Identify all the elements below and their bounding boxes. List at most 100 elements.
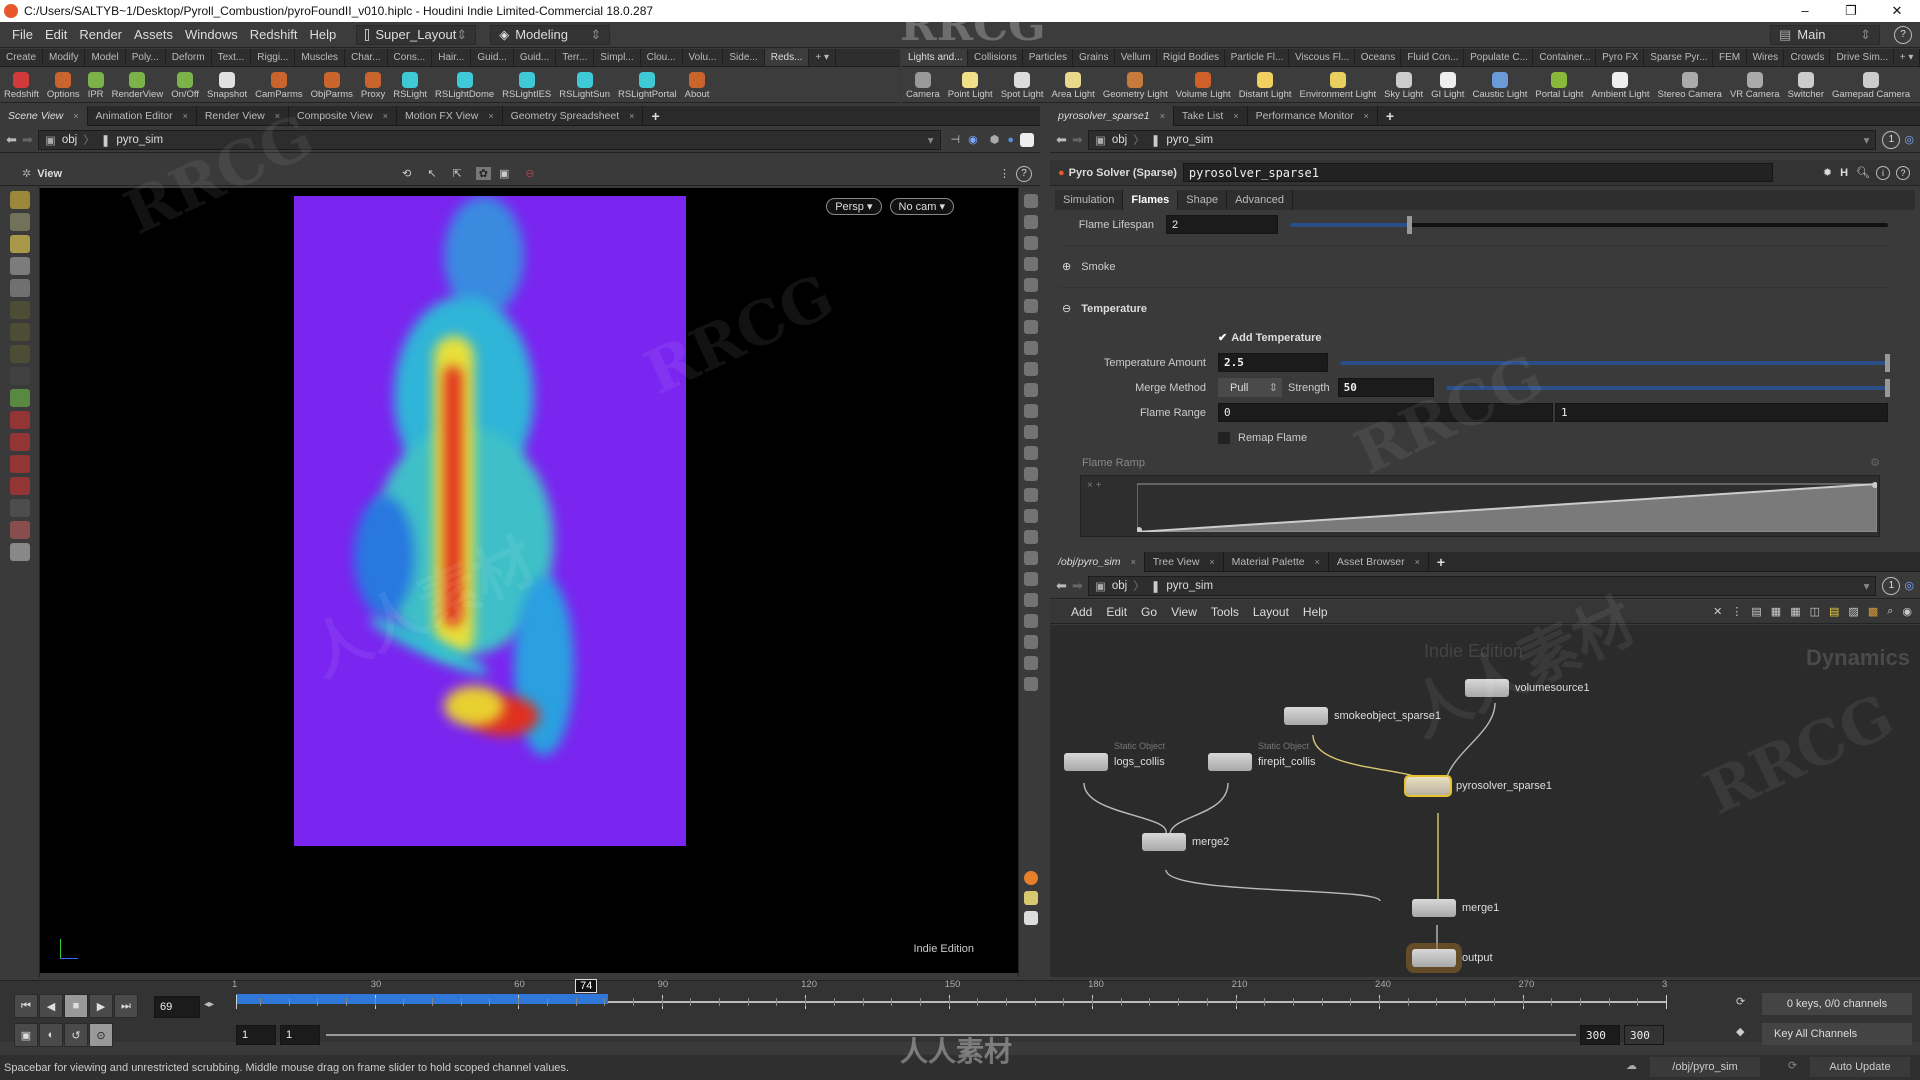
path-obj[interactable]: obj xyxy=(1112,580,1127,592)
quad-view-icon[interactable] xyxy=(1023,891,1038,905)
warning-icon[interactable] xyxy=(1023,871,1038,885)
path-pyro-sim[interactable]: pyro_sim xyxy=(1166,134,1213,146)
shelf-tool[interactable]: Stereo Camera xyxy=(1654,67,1726,102)
param-tab[interactable]: Advanced xyxy=(1227,190,1294,210)
node-body[interactable] xyxy=(1404,775,1452,797)
shelf-tool[interactable]: Portal Light xyxy=(1531,67,1587,102)
forward-icon[interactable]: ➡ xyxy=(1072,132,1088,148)
shelf-tool[interactable]: Area Light xyxy=(1048,67,1099,102)
strength-field[interactable]: 50 xyxy=(1337,378,1434,397)
menu-render[interactable]: Render xyxy=(73,27,128,42)
template-icon[interactable] xyxy=(1023,404,1038,418)
smoke-section[interactable]: ⊕ Smoke xyxy=(1050,254,1900,279)
scene-path[interactable]: ▣ obj 〉 ❚ pyro_sim ▾ xyxy=(38,129,941,150)
temperature-section[interactable]: ⊖ Temperature xyxy=(1050,296,1900,321)
network-menu-item[interactable]: Edit xyxy=(1099,605,1134,619)
flame-range-min-field[interactable]: 0 xyxy=(1218,403,1553,422)
shelf-tool[interactable]: Switcher xyxy=(1784,67,1828,102)
shelf-tab[interactable]: Side... xyxy=(723,49,765,66)
flame-ramp-curve[interactable] xyxy=(1137,482,1877,532)
node-body[interactable] xyxy=(1412,899,1456,917)
brush-icon[interactable] xyxy=(9,301,30,319)
shelf-tool[interactable]: RenderView xyxy=(108,67,168,102)
network-menu-item[interactable]: Tools xyxy=(1204,605,1246,619)
remap-flame-checkbox[interactable] xyxy=(1218,431,1230,444)
key-all-channels-select[interactable]: Key All Channels xyxy=(1762,1023,1912,1045)
shelf-tab[interactable]: Riggi... xyxy=(251,49,296,66)
handle-icon[interactable] xyxy=(1023,593,1038,607)
node-body[interactable] xyxy=(1412,949,1456,967)
add-tab-icon[interactable]: + xyxy=(1378,108,1402,124)
step-frame-icon[interactable]: ◂▸ xyxy=(204,999,214,1010)
pane-tab[interactable]: Render View × xyxy=(197,105,290,126)
shelf-tool[interactable]: RSLightPortal xyxy=(614,67,681,102)
render-region-icon[interactable] xyxy=(9,521,30,539)
scope-icon[interactable]: ▣ xyxy=(14,1023,38,1047)
vector-icon[interactable] xyxy=(1023,467,1038,481)
magnet-curve-icon[interactable] xyxy=(9,433,30,451)
ramp-preset-icon[interactable]: ⚙ xyxy=(1870,456,1880,469)
image-icon[interactable]: ▨ xyxy=(1848,605,1858,618)
network-node[interactable]: merge1 xyxy=(1412,899,1499,917)
shelf-tool[interactable]: IPR xyxy=(84,67,108,102)
viewport[interactable]: Persp ▾ No cam ▾ Indie Edition xyxy=(40,188,1018,973)
normal-icon[interactable] xyxy=(1023,446,1038,460)
link-icon[interactable]: ◉ xyxy=(968,133,978,146)
pane-tab[interactable]: Material Palette × xyxy=(1224,551,1329,572)
jump-end-button[interactable]: ⏭ xyxy=(114,994,138,1018)
network-node[interactable]: Static Object logs_collis xyxy=(1064,741,1165,771)
shelf-tab[interactable]: Vellum xyxy=(1115,49,1157,66)
path-obj[interactable]: obj xyxy=(62,134,77,146)
magnet-icon[interactable] xyxy=(9,411,30,429)
shelf-tab[interactable]: Cons... xyxy=(388,49,433,66)
shelf-tab[interactable]: Poly... xyxy=(126,49,166,66)
back-icon[interactable]: ⬅ xyxy=(1056,578,1072,594)
network-node[interactable]: volumesource1 xyxy=(1465,679,1590,697)
point-number-icon[interactable] xyxy=(1023,488,1038,502)
light-icon[interactable] xyxy=(1023,299,1038,313)
shelf-tool[interactable]: Redshift xyxy=(0,67,43,102)
params-path[interactable]: ▣ obj 〉 ❚ pyro_sim ▾ xyxy=(1088,129,1877,150)
shelf-tab[interactable]: FEM xyxy=(1713,49,1747,66)
desktop-selector[interactable]: Super_Layout ⇕ xyxy=(356,24,477,45)
pane-number-icon[interactable]: 1 xyxy=(1882,576,1901,595)
pane-tab[interactable]: Asset Browser × xyxy=(1329,551,1429,572)
move-icon[interactable] xyxy=(9,213,30,231)
guide-icon[interactable] xyxy=(1023,572,1038,586)
grab-icon[interactable] xyxy=(9,367,30,385)
shelf-tool[interactable]: RSLightIES xyxy=(498,67,555,102)
display-options-icon[interactable]: ⋮ xyxy=(999,167,1010,180)
menu-file[interactable]: File xyxy=(6,27,39,42)
link-icon[interactable]: ◎ xyxy=(1904,579,1914,592)
close-tab-icon[interactable]: × xyxy=(275,106,280,126)
shelf-tool[interactable]: Volume Light xyxy=(1172,67,1235,102)
shelf-tool[interactable]: About xyxy=(681,67,714,102)
maximize-button[interactable]: ❐ xyxy=(1828,3,1874,19)
shelf-tab[interactable]: Particles xyxy=(1023,49,1074,66)
context-selector[interactable]: ◈ Modeling ⇕ xyxy=(490,24,611,45)
hud-icon[interactable] xyxy=(1023,614,1038,628)
ramp-remove-icon[interactable]: × + xyxy=(1087,480,1101,491)
flame-range-max-field[interactable]: 1 xyxy=(1555,403,1888,422)
smoke-section-label[interactable]: Smoke xyxy=(1081,261,1115,273)
network-menu-item[interactable]: Add xyxy=(1064,605,1099,619)
pane-tab[interactable]: pyrosolver_sparse1 × xyxy=(1050,105,1174,126)
keys-sync-icon[interactable]: ⟳ xyxy=(1736,995,1745,1008)
background-icon[interactable] xyxy=(1023,362,1038,376)
end-frame-field[interactable]: 300 xyxy=(1580,1025,1620,1045)
pane-tab[interactable]: Take List × xyxy=(1174,105,1248,126)
jump-start-button[interactable]: ⏮ xyxy=(14,994,38,1018)
add-temperature-checkbox[interactable]: ✔ xyxy=(1218,331,1227,344)
frame-slider[interactable]: 74 1 30 60 90 120 150 180 210 240 270 3 xyxy=(232,979,1667,1021)
pane-tab[interactable]: Tree View × xyxy=(1145,551,1224,572)
shelf-tool[interactable]: RSLightDome xyxy=(431,67,498,102)
node-body[interactable] xyxy=(1465,679,1509,697)
gear-icon[interactable]: ✹ xyxy=(1823,166,1832,179)
shelf-tab[interactable]: Crowds xyxy=(1784,49,1831,66)
node-body[interactable] xyxy=(1208,753,1252,771)
shelf-tab[interactable]: Guid... xyxy=(471,49,514,66)
wireframe-icon[interactable] xyxy=(1023,215,1038,229)
current-frame-field[interactable]: 69 xyxy=(154,996,200,1018)
shelf-tool[interactable]: RSLightSun xyxy=(555,67,614,102)
shelf-tool[interactable]: Ambient Light xyxy=(1587,67,1653,102)
